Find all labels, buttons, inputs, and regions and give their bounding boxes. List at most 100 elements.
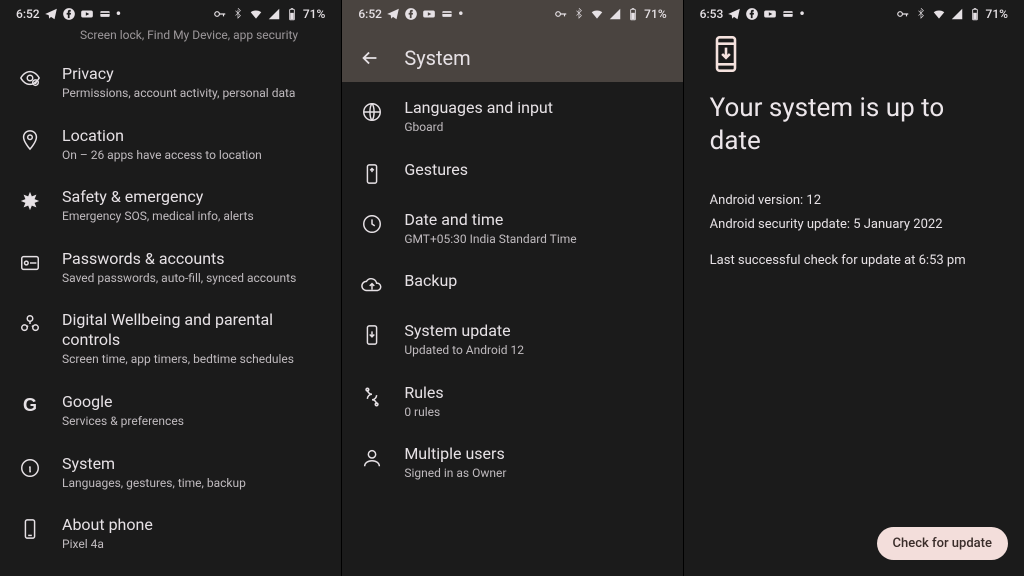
facebook-icon [62, 7, 76, 21]
settings-list: Privacy Permissions, account activity, pe… [0, 48, 341, 573]
item-sub: GMT+05:30 India Standard Time [404, 232, 576, 248]
settings-item-location[interactable]: LocationOn – 26 apps have access to loca… [0, 114, 341, 176]
settings-item-passwords[interactable]: Passwords & accounts Saved passwords, aut… [0, 237, 341, 299]
item-sub: Gboard [404, 120, 553, 136]
item-sub: Services & preferences [62, 414, 184, 430]
youtube-icon [422, 7, 436, 21]
status-right: 71% [554, 7, 666, 21]
wifi-icon [249, 7, 263, 21]
system-item-multiple-users[interactable]: Multiple usersSigned in as Owner [342, 432, 682, 494]
telegram-icon [44, 7, 58, 21]
settings-item-google[interactable]: G Google Services & preferences [0, 380, 341, 442]
passwords-card-icon [18, 251, 42, 275]
last-check-line: Last successful check for update at 6:53… [710, 251, 998, 271]
status-bar: 6:53 • 71% [684, 0, 1024, 26]
gesture-phone-icon [360, 162, 384, 186]
security-update-line: Android security update: 5 January 2022 [710, 215, 998, 235]
check-update-button-wrap: Check for update [877, 527, 1008, 560]
item-sub: 0 rules [404, 405, 443, 421]
person-icon [360, 446, 384, 470]
privacy-eye-icon [18, 66, 42, 90]
item-title: Gestures [404, 160, 468, 180]
youtube-icon [80, 7, 94, 21]
update-content: Your system is up to date Android versio… [684, 26, 1024, 275]
system-item-backup[interactable]: Backup [342, 259, 682, 309]
item-title: Google [62, 392, 184, 412]
item-title: Digital Wellbeing and parental controls [62, 310, 323, 350]
status-left: 6:52 • [358, 6, 463, 22]
settings-system-screen: System 6:52 • 71% Languages and input Gbo… [341, 0, 682, 576]
status-time: 6:52 [358, 7, 382, 21]
status-right: 71% [213, 7, 325, 21]
status-bar: 6:52 • 71% [342, 0, 682, 26]
google-g-icon: G [18, 394, 42, 418]
status-dot-icon: • [799, 6, 805, 22]
page-title: System [404, 46, 470, 70]
settings-item-wellbeing[interactable]: Digital Wellbeing and parental controls S… [0, 298, 341, 380]
status-battery: 71% [644, 7, 666, 21]
item-title: Location [62, 126, 262, 146]
bluetooth-icon [914, 7, 928, 21]
system-item-rules[interactable]: Rules0 rules [342, 371, 682, 433]
item-title: Passwords & accounts [62, 249, 296, 269]
status-battery: 71% [303, 7, 325, 21]
settings-item-about-phone[interactable]: About phone Pixel 4a [0, 503, 341, 565]
signal-icon [267, 7, 281, 21]
status-bar: 6:52 • 71% [0, 0, 341, 26]
item-sub: Screen time, app timers, bedtime schedul… [62, 352, 323, 368]
settings-item-system[interactable]: SystemLanguages, gestures, time, backup [0, 442, 341, 504]
update-details: Android version: 12 Android security upd… [710, 173, 998, 275]
item-sub: Pixel 4a [62, 537, 153, 553]
item-title: Backup [404, 271, 457, 291]
item-sub: Saved passwords, auto-fill, synced accou… [62, 271, 296, 287]
battery-icon [285, 7, 299, 21]
youtube-icon [763, 7, 777, 21]
item-sub: Permissions, account activity, personal … [62, 86, 295, 102]
settings-main-screen: 6:52 • 71% Screen lock, Find My Device, … [0, 0, 341, 576]
bluetooth-icon [231, 7, 245, 21]
cloud-upload-icon [360, 273, 384, 297]
facebook-icon [745, 7, 759, 21]
signal-icon [950, 7, 964, 21]
medical-asterisk-icon [18, 189, 42, 213]
item-sub: Signed in as Owner [404, 466, 506, 482]
clock-icon [360, 212, 384, 236]
system-update-screen: 6:53 • 71% Your system is up to date And… [683, 0, 1024, 576]
status-dot-icon: • [116, 6, 122, 22]
truncated-prev-subtitle: Screen lock, Find My Device, app securit… [0, 26, 341, 48]
settings-item-safety[interactable]: Safety & emergencyEmergency SOS, medical… [0, 175, 341, 237]
status-left: 6:53 • [700, 6, 805, 22]
android-version-line: Android version: 12 [710, 191, 998, 211]
status-right: 71% [896, 7, 1008, 21]
wifi-icon [932, 7, 946, 21]
update-headline: Your system is up to date [710, 88, 998, 157]
system-item-languages[interactable]: Languages and input Gboard [342, 86, 682, 148]
item-sub: Emergency SOS, medical info, alerts [62, 209, 254, 225]
item-title: System update [404, 321, 524, 341]
battery-icon [968, 7, 982, 21]
settings-item-privacy[interactable]: Privacy Permissions, account activity, pe… [0, 52, 341, 114]
system-list: Languages and input Gboard Gestures Date … [342, 82, 682, 502]
status-time: 6:53 [700, 7, 724, 21]
system-item-system-update[interactable]: System updateUpdated to Android 12 [342, 309, 682, 371]
wellbeing-icon [18, 312, 42, 336]
telegram-icon [727, 7, 741, 21]
card-icon [781, 7, 795, 21]
item-title: Privacy [62, 64, 295, 84]
status-time: 6:52 [16, 7, 40, 21]
system-item-gestures[interactable]: Gestures [342, 148, 682, 198]
phone-device-icon [18, 517, 42, 541]
facebook-icon [404, 7, 418, 21]
back-button[interactable] [358, 46, 382, 70]
system-item-date-time[interactable]: Date and timeGMT+05:30 India Standard Ti… [342, 198, 682, 260]
wifi-icon [590, 7, 604, 21]
signal-icon [608, 7, 622, 21]
item-sub: Languages, gestures, time, backup [62, 476, 246, 492]
status-left: 6:52 • [16, 6, 121, 22]
card-icon [98, 7, 112, 21]
system-update-large-icon [710, 36, 742, 72]
status-battery: 71% [986, 7, 1008, 21]
check-update-button[interactable]: Check for update [877, 527, 1008, 560]
item-title: About phone [62, 515, 153, 535]
item-title: Languages and input [404, 98, 553, 118]
